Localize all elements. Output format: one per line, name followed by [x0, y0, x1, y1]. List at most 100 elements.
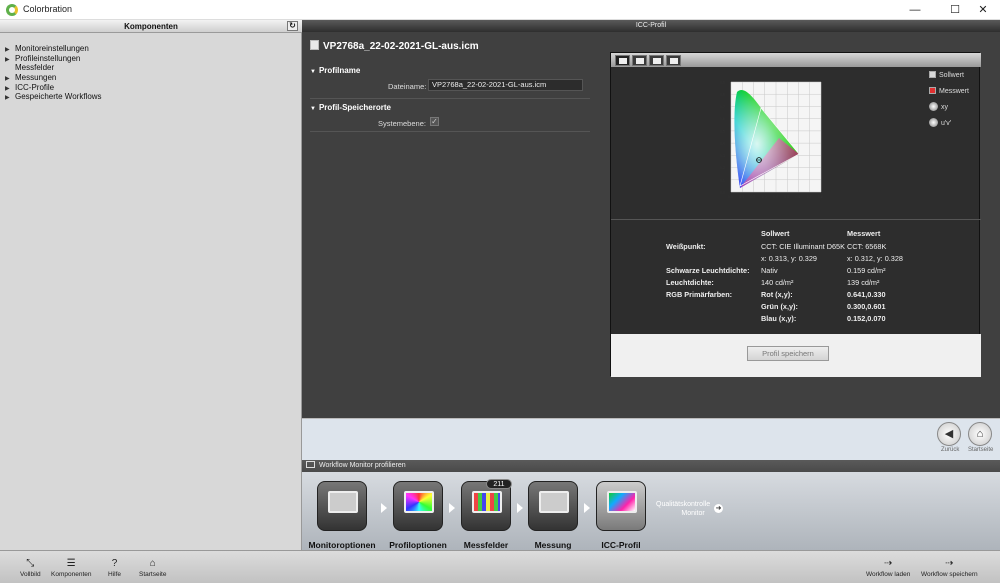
back-button[interactable]: ◀	[937, 422, 961, 446]
filename-label: Dateiname:	[388, 82, 427, 91]
table-row: Leuchtdichte: 140 cd/m² 139 cd/m²	[611, 278, 981, 290]
section-speicherorte[interactable]: ▼ Profil-Speicherorte	[310, 103, 391, 112]
y-tick-label: 0.5	[720, 129, 725, 133]
row-messwert: 0.159 cd/m²	[847, 266, 886, 275]
tree-item-messungen[interactable]: ▶ Messungen	[5, 73, 102, 83]
row-sollwert: Grün (x,y):	[761, 302, 798, 311]
x-tick-label: 0.2	[751, 195, 756, 199]
workflow-laden-button[interactable]: ⇢ Workflow laden	[866, 558, 910, 578]
chart-legend: Sollwert Messwert xy u'v'	[929, 71, 969, 133]
x-tick-label: 0.8	[818, 195, 823, 199]
legend-label: Sollwert	[939, 72, 964, 79]
pane-header: ICC-Profil	[302, 20, 1000, 32]
table-row: Weißpunkt: CCT: CIE Illuminant D65K CCT: 6…	[611, 242, 981, 254]
home-button[interactable]: ⌂	[968, 422, 992, 446]
tree-item-label: ICC-Profile	[15, 82, 55, 92]
radio-icon[interactable]	[929, 117, 938, 127]
row-label: Weißpunkt:	[666, 242, 706, 251]
y-tick-label: 0.6	[720, 117, 725, 121]
tree-item-label: Profileinstellungen	[15, 53, 81, 63]
icc-profile-pane: ICC-Profil VP2768a_22-02-2021-GL-aus.icm…	[302, 20, 1000, 418]
tree-item-gespeicherte-workflows[interactable]: ▶ Gespeicherte Workflows	[5, 92, 102, 102]
refresh-icon[interactable]: ↻	[287, 21, 298, 31]
column-header-messwert: Messwert	[847, 229, 881, 238]
tree-item-profileinstellungen[interactable]: ▶ Profileinstellungen	[5, 54, 102, 64]
arrow-right-icon[interactable]: ➜	[714, 504, 723, 513]
systemebene-checkbox[interactable]: ✓	[430, 117, 439, 126]
tone-curve-icon[interactable]	[649, 55, 664, 66]
hilfe-button[interactable]: ? Hilfe	[108, 558, 121, 578]
minimize-button[interactable]: —	[898, 0, 932, 20]
collapse-arrow-icon[interactable]: ▼	[310, 106, 316, 112]
workflow-laden-label: Workflow laden	[866, 571, 911, 578]
tree-item-label: Gespeicherte Workflows	[15, 92, 102, 102]
tree-item-messfelder[interactable]: Messfelder	[5, 63, 102, 73]
x-tick-labels: 0.0 0.1 0.2 0.3 0.4 0.5 0.6 0.7 0.8	[728, 195, 823, 199]
radio-xy[interactable]: xy	[929, 102, 969, 118]
monitor-icon	[328, 491, 358, 513]
step-arrow-icon	[517, 503, 523, 513]
radio-uv[interactable]: u'v'	[929, 117, 969, 134]
bottom-toolbar: ⤡ Vollbild ☰ Komponenten ? Hilfe ⌂ Startseit…	[0, 550, 1000, 583]
workflow-speichern-label: Workflow speichern	[921, 571, 978, 578]
step-monitoroptionen[interactable]	[317, 481, 367, 531]
divider	[611, 219, 981, 220]
expand-arrow-icon[interactable]: ▶	[5, 94, 15, 104]
step-label: ICC-Profil	[601, 540, 641, 550]
table-row: Schwarze Leuchtdichte: Nativ 0.159 cd/m²	[611, 266, 981, 278]
profile-title: VP2768a_22-02-2021-GL-aus.icm	[310, 40, 479, 52]
x-tick-label: 0.3	[762, 195, 767, 199]
row-messwert: 139 cd/m²	[847, 278, 880, 287]
vollbild-button[interactable]: ⤡ Vollbild	[20, 558, 41, 578]
workflow-speichern-button[interactable]: ⇢ Workflow speichern	[921, 558, 978, 578]
section-speicherorte-label: Profil-Speicherorte	[318, 103, 391, 112]
save-workflow-icon: ⇢	[945, 558, 954, 569]
legend-messwert[interactable]: Messwert	[929, 86, 969, 103]
icc-document-icon	[607, 491, 637, 513]
radio-icon[interactable]	[929, 102, 938, 111]
home-icon: ⌂	[976, 428, 984, 440]
komponenten-label: Komponenten	[51, 571, 92, 578]
row-messwert: x: 0.312, y: 0.328	[847, 254, 903, 263]
legend-swatch-messwert	[929, 86, 936, 94]
step-arrow-icon	[584, 503, 590, 513]
navigation-bar: ◀ Zurück ⌂ Startseite	[302, 418, 1000, 460]
save-profile-button[interactable]: Profil speichern	[747, 346, 829, 361]
step-label: Profiloptionen	[389, 540, 447, 550]
quality-control-link[interactable]: Qualitätskontrolle Monitor	[656, 500, 710, 518]
tree-item-monitoreinstellungen[interactable]: ▶ Monitoreinstellungen	[5, 44, 102, 54]
y-tick-label: 0.9	[720, 81, 725, 85]
step-icc-profil[interactable]	[596, 481, 646, 531]
collapse-arrow-icon[interactable]: ▼	[310, 69, 316, 75]
step-profiloptionen[interactable]	[393, 481, 443, 531]
radio-label: u'v'	[941, 119, 952, 127]
fullscreen-icon: ⤡	[26, 558, 35, 569]
close-button[interactable]: ✕	[966, 0, 1000, 20]
row-sollwert: Blau (x,y):	[761, 314, 797, 323]
divider	[310, 98, 590, 99]
komponenten-button[interactable]: ☰ Komponenten	[51, 558, 91, 578]
workflow-header: Workflow Monitor profilieren	[302, 460, 406, 472]
step-messung[interactable]	[528, 481, 578, 531]
row-messwert: CCT: 6568K	[847, 242, 887, 251]
gamut-3d-icon[interactable]	[632, 55, 647, 66]
profile-title-text: VP2768a_22-02-2021-GL-aus.icm	[323, 41, 479, 52]
tree-item-label: Messungen	[15, 73, 57, 83]
gamut-2d-icon[interactable]	[615, 55, 630, 66]
patch-grid-icon	[472, 491, 502, 513]
step-label: Messung	[534, 540, 572, 550]
image-icon[interactable]	[666, 55, 681, 66]
tree-item-label: Monitoreinstellungen	[15, 44, 89, 53]
filename-field[interactable]: VP2768a_22-02-2021-GL-aus.icm	[428, 79, 583, 91]
row-label: Schwarze Leuchtdichte:	[666, 266, 750, 275]
tree-item-icc-profile[interactable]: ▶ ICC-Profile	[5, 83, 102, 93]
hilfe-label: Hilfe	[108, 571, 122, 578]
row-sollwert: x: 0.313, y: 0.329	[761, 254, 817, 263]
startseite-button[interactable]: ⌂ Startseite	[139, 558, 166, 578]
table-row: Blau (x,y): 0.152,0.070	[611, 314, 981, 326]
row-messwert: 0.300,0.601	[847, 302, 886, 311]
legend-sollwert[interactable]: Sollwert	[929, 71, 969, 87]
patch-count-badge: 211	[486, 479, 512, 489]
section-profilname[interactable]: ▼ Profilname	[310, 66, 360, 75]
quality-control-label: Qualitätskontrolle	[656, 501, 711, 508]
